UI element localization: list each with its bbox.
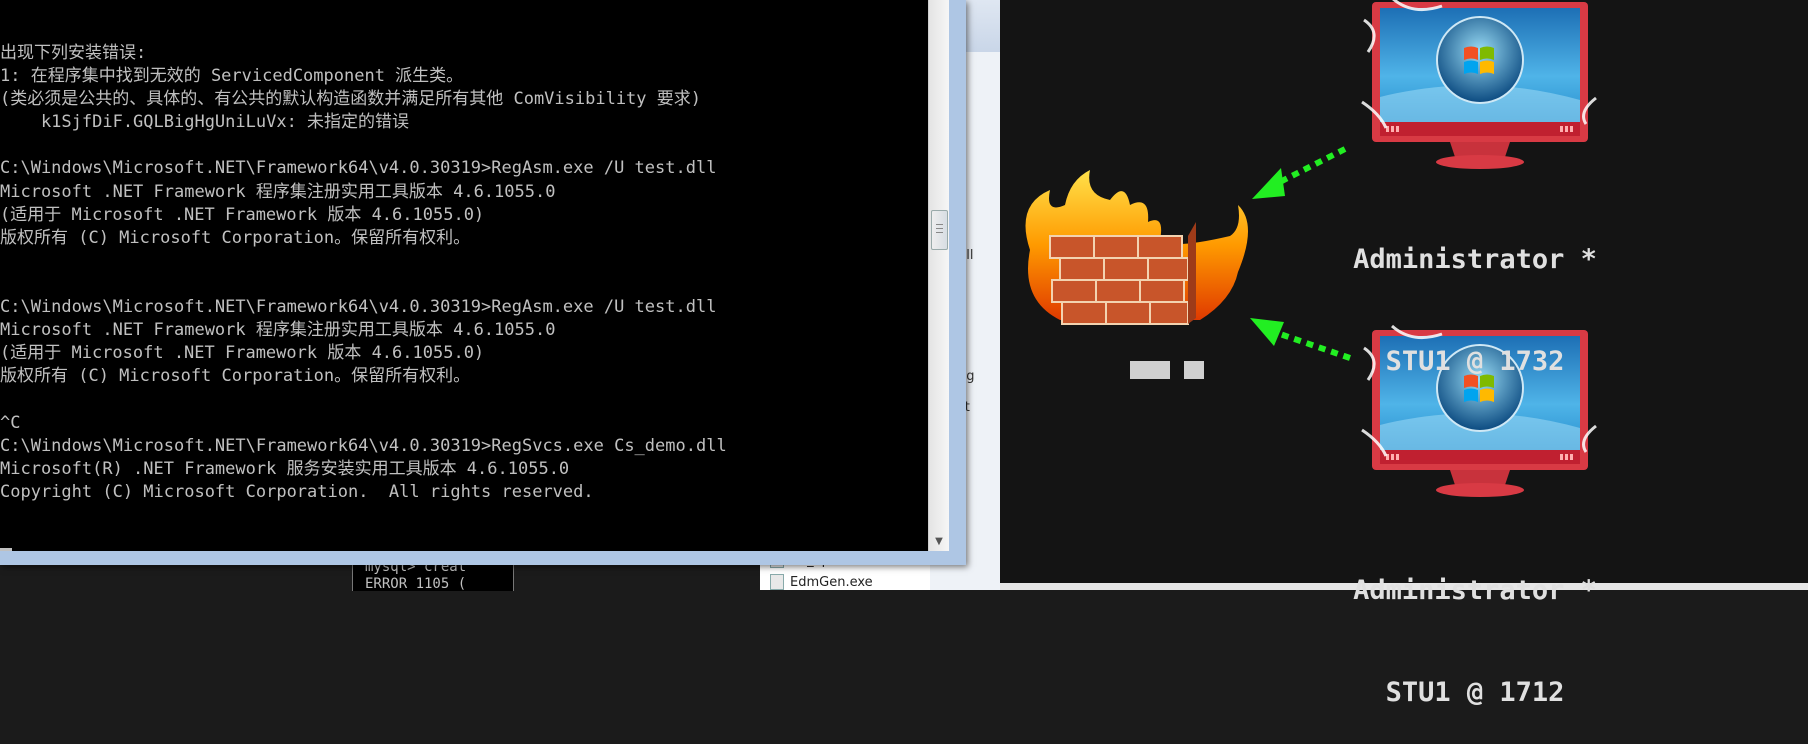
session-label[interactable]: Administrator * STU1 @ 1732 <box>1345 175 1605 413</box>
pivot-arrow-icon <box>1252 146 1347 199</box>
firewall-label-part <box>1184 361 1204 379</box>
session-host: STU1 @ 1712 <box>1385 677 1565 708</box>
session-label[interactable]: Administrator * STU1 @ 1712 <box>1345 506 1605 744</box>
session-host: STU1 @ 1732 <box>1385 346 1565 377</box>
firewall-label <box>1130 361 1204 379</box>
pivot-arrow-icon <box>1250 318 1351 361</box>
session-user: Administrator * <box>1353 575 1597 606</box>
session-monitor-icon[interactable] <box>1360 0 1598 171</box>
firewall-label-part <box>1130 361 1170 379</box>
firewall-icon[interactable] <box>1025 170 1249 325</box>
session-user: Administrator * <box>1353 244 1597 275</box>
